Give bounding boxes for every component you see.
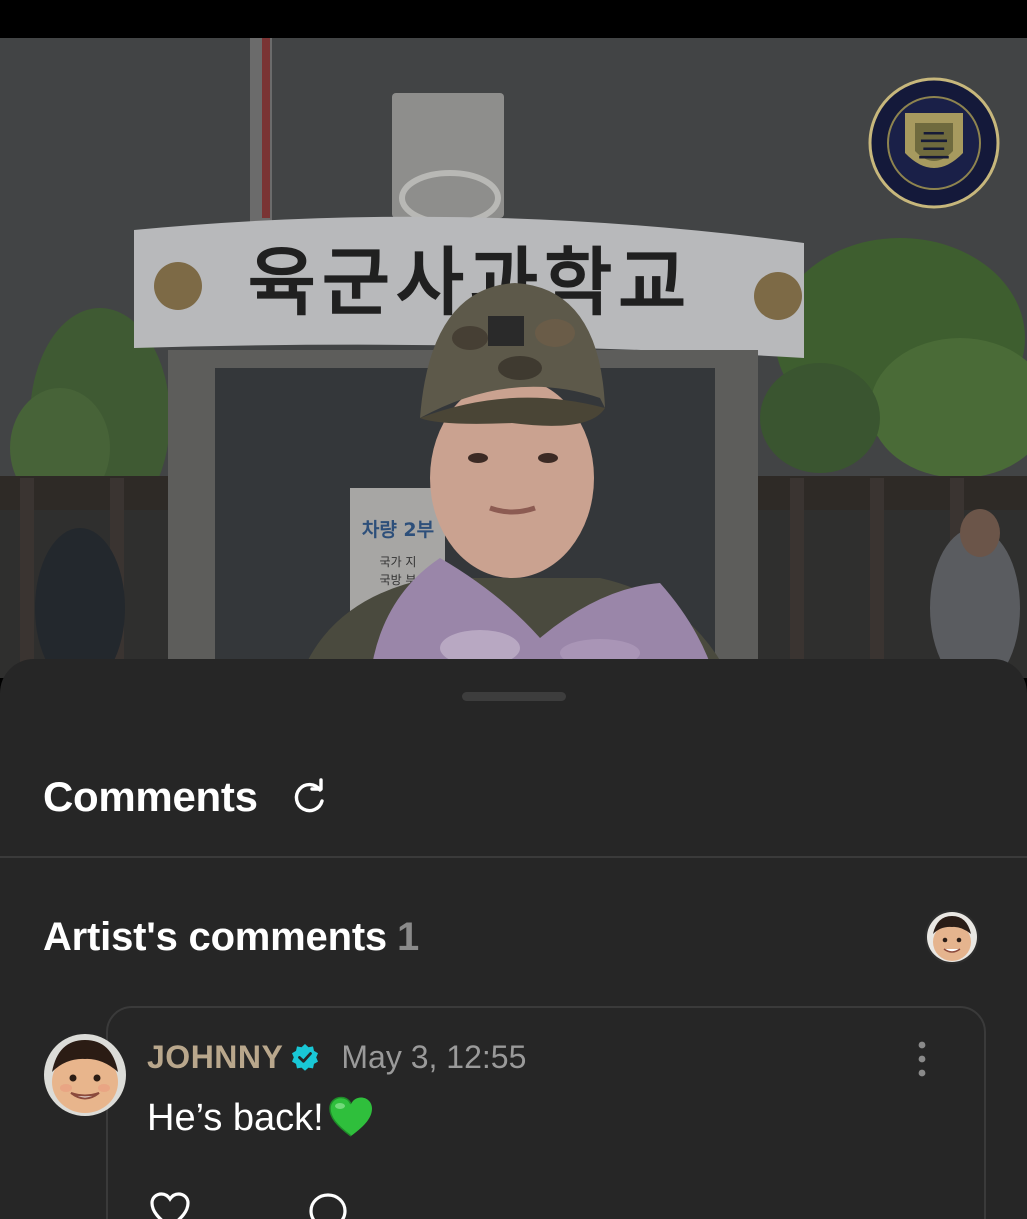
comment-text: He’s back! xyxy=(147,1097,324,1139)
artist-avatar[interactable] xyxy=(925,910,979,964)
artist-comments-heading: Artist's comments 1 xyxy=(43,912,419,962)
svg-text:亖: 亖 xyxy=(917,127,951,167)
verified-badge-icon xyxy=(292,1044,319,1071)
artist-comments-count: 1 xyxy=(396,915,420,959)
photo-illustration: 육군사과학교 차량 2부 국가 지 국방 부 亖 xyxy=(0,38,1027,678)
like-icon[interactable] xyxy=(148,1191,192,1219)
comment-body: He’s back! xyxy=(147,1094,374,1142)
post-photo[interactable]: 육군사과학교 차량 2부 국가 지 국방 부 亖 xyxy=(0,38,1027,678)
svg-text:차량 2부: 차량 2부 xyxy=(362,519,434,541)
status-bar xyxy=(0,0,1027,38)
artist-comments-label: Artist's comments xyxy=(43,915,387,959)
divider xyxy=(0,856,1027,858)
comments-sheet: Comments Artist's comments 1 JOHNNY May … xyxy=(0,659,1027,1219)
commenter-avatar[interactable] xyxy=(44,1034,126,1116)
more-options-icon[interactable] xyxy=(910,1039,934,1079)
comment-author[interactable]: JOHNNY xyxy=(147,1039,283,1076)
refresh-icon[interactable] xyxy=(290,778,328,816)
sheet-drag-handle[interactable] xyxy=(462,692,566,701)
comment-meta: JOHNNY May 3, 12:55 xyxy=(147,1037,526,1077)
svg-text:국가 지: 국가 지 xyxy=(380,555,417,569)
comments-title: Comments xyxy=(43,773,258,820)
nct-badge-logo: 亖 xyxy=(868,77,1000,209)
reply-icon[interactable] xyxy=(306,1191,350,1219)
comment-timestamp: May 3, 12:55 xyxy=(341,1038,527,1075)
green-heart-emoji-icon xyxy=(328,1096,372,1137)
